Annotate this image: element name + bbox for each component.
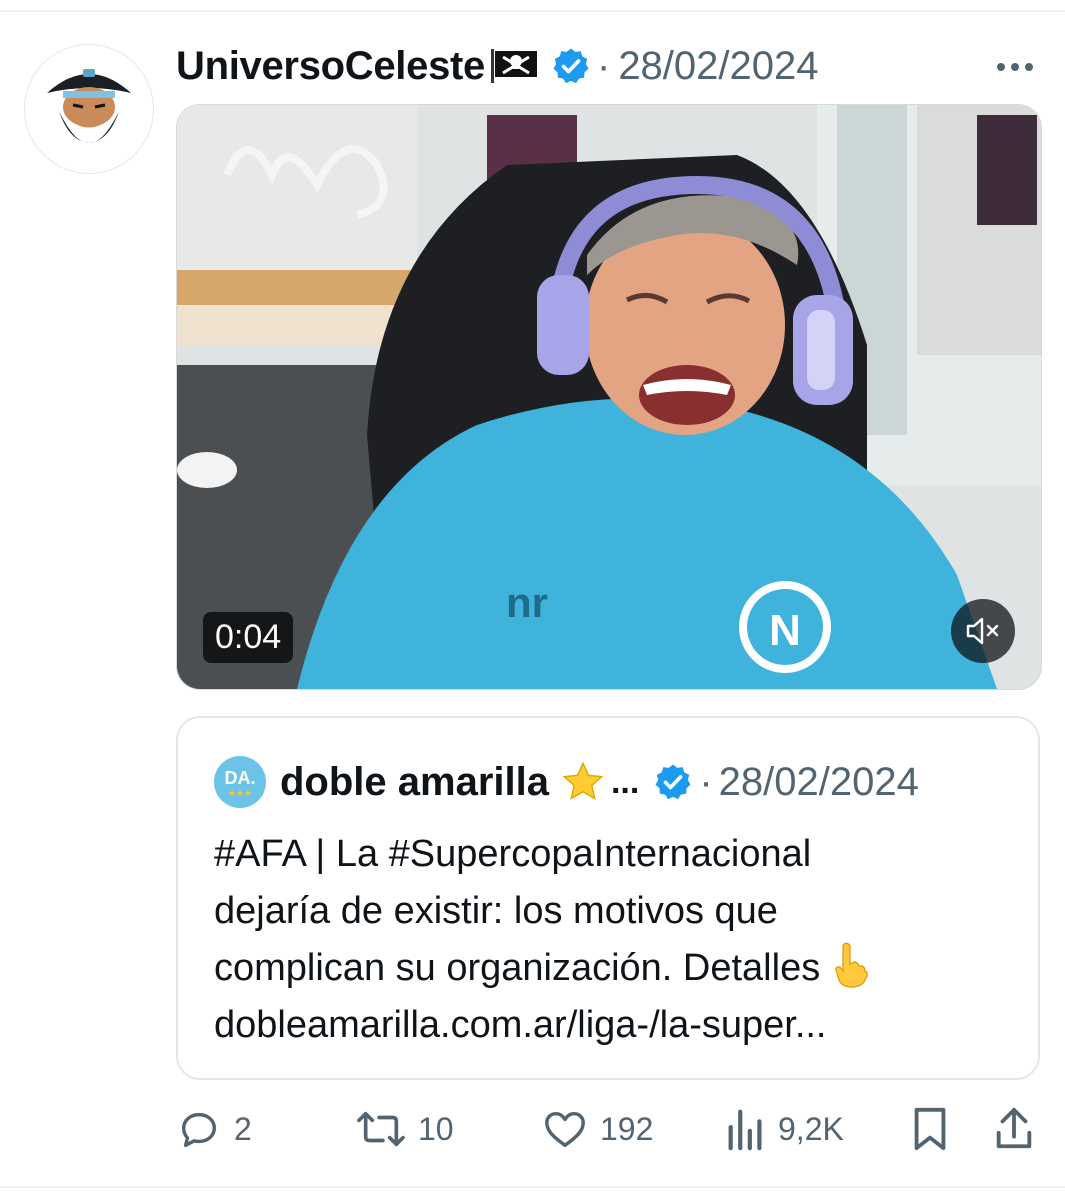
pirate-avatar-icon bbox=[47, 69, 131, 143]
quoted-separator-dot: · bbox=[699, 759, 713, 804]
separator-dot: · bbox=[596, 43, 611, 88]
bookmark-icon bbox=[910, 1106, 950, 1152]
quoted-tweet-date[interactable]: 28/02/2024 bbox=[719, 760, 919, 805]
video-frame: N nr bbox=[177, 105, 1041, 689]
svg-text:N: N bbox=[769, 606, 801, 655]
video-duration: 0:04 bbox=[203, 612, 294, 663]
quoted-avatar-text: DA. bbox=[224, 767, 256, 788]
analytics-bars-icon bbox=[726, 1106, 766, 1152]
bottom-divider bbox=[0, 1186, 1065, 1188]
heart-icon bbox=[542, 1106, 588, 1152]
quoted-author-avatar[interactable]: DA. ★★★ bbox=[214, 756, 266, 808]
quoted-text-line: complican su organización. Detalles bbox=[214, 947, 821, 989]
pirate-flag-icon bbox=[489, 49, 539, 83]
more-options-icon[interactable] bbox=[995, 60, 1035, 72]
muted-speaker-icon bbox=[966, 617, 999, 645]
bookmark-button[interactable] bbox=[910, 1104, 950, 1154]
reply-count: 2 bbox=[234, 1110, 252, 1147]
quoted-tweet-card[interactable]: DA. ★★★ doble amarilla ... · 28/02/2024 … bbox=[176, 716, 1040, 1080]
quoted-text-line: dejaría de existir: los motivos que bbox=[214, 890, 778, 932]
quoted-text-line: #AFA | La #SupercopaInternacional bbox=[214, 833, 812, 875]
quoted-link-text[interactable]: dobleamarilla.com.ar/liga-/la-super... bbox=[214, 997, 1014, 1054]
author-avatar[interactable] bbox=[24, 44, 154, 174]
star-emoji-icon bbox=[561, 760, 605, 804]
tweet-action-bar: 2 10 192 9,2K bbox=[176, 1104, 1040, 1154]
pointing-down-emoji-icon bbox=[830, 942, 870, 988]
name-truncation-ellipsis: ... bbox=[610, 762, 640, 801]
video-player[interactable]: N nr 0:04 bbox=[176, 104, 1042, 690]
quoted-verified-badge-icon bbox=[653, 762, 693, 802]
share-button[interactable] bbox=[994, 1104, 1034, 1154]
verified-badge-icon bbox=[551, 46, 591, 86]
like-count: 192 bbox=[600, 1110, 654, 1147]
top-divider bbox=[0, 10, 1065, 12]
view-count: 9,2K bbox=[778, 1110, 844, 1147]
mute-toggle-button[interactable] bbox=[951, 599, 1015, 663]
tweet-header: UniversoCeleste · 28/02/2024 bbox=[176, 38, 1045, 94]
quoted-author-name[interactable]: doble amarilla bbox=[280, 760, 549, 805]
retweet-icon bbox=[356, 1106, 406, 1152]
retweet-count: 10 bbox=[418, 1110, 454, 1147]
tweet-date[interactable]: 28/02/2024 bbox=[618, 44, 818, 89]
retweet-button[interactable]: 10 bbox=[356, 1104, 454, 1154]
quoted-avatar-stars: ★★★ bbox=[227, 787, 253, 798]
reply-button[interactable]: 2 bbox=[176, 1104, 252, 1154]
quoted-text-line-with-emoji: complican su organización. Detalles bbox=[214, 940, 1014, 997]
author-name[interactable]: UniversoCeleste bbox=[176, 44, 485, 89]
reply-icon bbox=[176, 1106, 222, 1152]
quoted-tweet-text: #AFA | La #SupercopaInternacional dejarí… bbox=[214, 826, 1014, 1054]
svg-text:nr: nr bbox=[506, 579, 548, 626]
quoted-tweet-header: DA. ★★★ doble amarilla ... · 28/02/2024 bbox=[214, 756, 919, 808]
like-button[interactable]: 192 bbox=[542, 1104, 653, 1154]
share-icon bbox=[994, 1106, 1034, 1152]
views-button[interactable]: 9,2K bbox=[726, 1104, 844, 1154]
